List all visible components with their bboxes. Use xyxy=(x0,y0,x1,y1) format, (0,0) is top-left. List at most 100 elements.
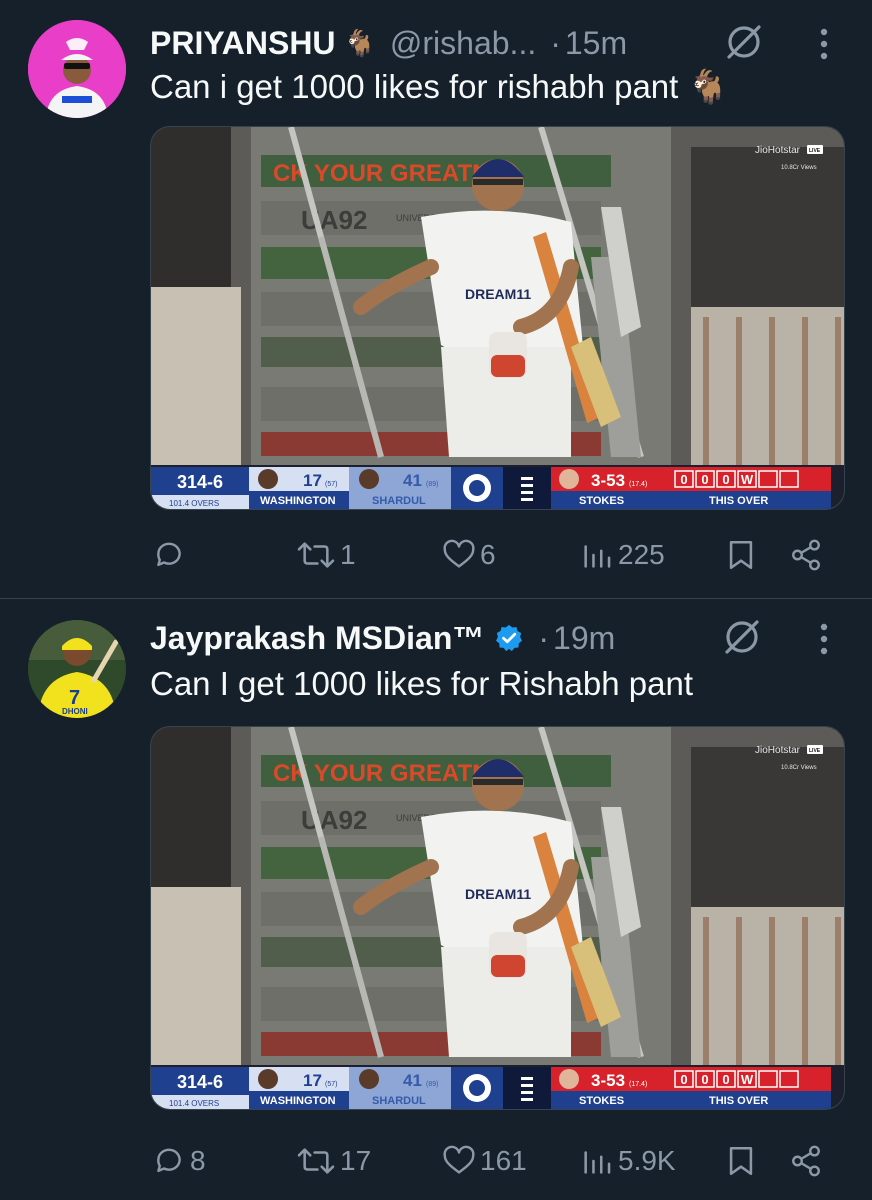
reply-button[interactable]: 8 xyxy=(152,1138,206,1184)
tweet-header: Jayprakash MSDian™ · 19m xyxy=(150,615,615,661)
team-score: 314-6 xyxy=(177,1072,223,1092)
bowler-figures: 3-53 xyxy=(591,1071,625,1090)
reply-count: 8 xyxy=(190,1145,206,1176)
display-name[interactable]: PRIYANSHU xyxy=(150,25,336,62)
bowler-figures: 3-53 xyxy=(591,471,625,490)
bookmark-button[interactable] xyxy=(724,532,758,578)
batter1-name: WASHINGTON xyxy=(260,495,336,507)
broadcaster-logo: JioHotstar xyxy=(755,745,801,756)
share-button[interactable] xyxy=(788,532,824,578)
view-count: 225 xyxy=(618,539,665,570)
batter2-name: SHARDUL xyxy=(372,495,426,507)
batter1-runs: 17 xyxy=(303,471,322,490)
bowler-name: STOKES xyxy=(579,495,624,507)
more-icon[interactable] xyxy=(812,24,836,64)
batter2-name: SHARDUL xyxy=(372,1095,426,1107)
retweet-count: 1 xyxy=(340,539,356,570)
timestamp[interactable]: 15m xyxy=(565,25,627,62)
reply-icon xyxy=(157,542,181,567)
tweet-text: Can i get 1000 likes for rishabh pant 🐐 xyxy=(150,68,729,105)
overs-count: 101.4 OVERS xyxy=(169,499,219,508)
separator: · xyxy=(538,619,550,656)
over-ball-value: W xyxy=(741,472,754,487)
team-score: 314-6 xyxy=(177,472,223,492)
tweet-media-image[interactable]: CK YOUR GREATNE UA92 UNIVERSITY ACADEMY … xyxy=(150,726,845,1110)
tweet-media-image[interactable]: CK YOUR GREATNE UA92 UNIVERSITY ACADEMY … xyxy=(150,126,845,510)
share-icon xyxy=(792,539,820,571)
batter1-runs: 17 xyxy=(303,1071,322,1090)
live-badge: LIVE xyxy=(809,748,821,754)
timestamp[interactable]: 19m xyxy=(553,620,615,657)
bowler-name: STOKES xyxy=(579,1095,624,1107)
batter2-balls: (89) xyxy=(426,1081,438,1088)
scoreboard: 314-6 101.4 OVERS 17 (57) WASHINGTON 41 … xyxy=(151,465,844,509)
tweet-text: Can I get 1000 likes for Rishabh pant xyxy=(150,665,694,702)
views-icon xyxy=(584,545,611,568)
tweet-actions: 1 6 225 xyxy=(150,532,830,578)
goat-emoji: 🐐 xyxy=(343,27,376,58)
like-button[interactable]: 6 xyxy=(442,532,496,578)
jersey-number: 7 xyxy=(69,687,80,709)
retweet-button[interactable]: 1 xyxy=(296,532,356,578)
batter2-runs: 41 xyxy=(403,471,422,490)
batter1-balls: (57) xyxy=(325,1081,337,1088)
live-badge: LIVE xyxy=(809,148,821,154)
grok-icon[interactable] xyxy=(724,22,764,62)
over-ball-value: 0 xyxy=(701,472,708,487)
share-icon xyxy=(792,1145,820,1177)
like-button[interactable]: 161 xyxy=(442,1138,527,1184)
over-ball-value: 0 xyxy=(701,1072,708,1087)
reply-icon xyxy=(157,1148,181,1173)
user-handle[interactable]: @rishab... xyxy=(390,25,536,62)
this-over-label: THIS OVER xyxy=(709,495,768,507)
broadcaster-logo: JioHotstar xyxy=(755,145,801,156)
bookmark-icon xyxy=(729,540,753,570)
display-name[interactable]: Jayprakash MSDian™ xyxy=(150,620,484,657)
like-count: 161 xyxy=(480,1145,527,1176)
tweet[interactable]: 7 DHONI Jayprakash MSDian™ · 19m Can I g… xyxy=(0,599,872,1200)
grok-icon[interactable] xyxy=(722,617,762,657)
batter2-balls: (89) xyxy=(426,481,438,488)
shirt-text: DREAM11 xyxy=(465,286,531,302)
bowler-overs: (17.4) xyxy=(629,1081,647,1088)
batter1-name: WASHINGTON xyxy=(260,1095,336,1107)
views-button[interactable]: 225 xyxy=(580,532,665,578)
retweet-icon xyxy=(297,1148,335,1174)
view-count-overlay: 10.8Cr Views xyxy=(781,165,817,171)
views-icon xyxy=(584,1151,611,1174)
over-ball-value: 0 xyxy=(680,472,687,487)
like-count: 6 xyxy=(480,539,496,570)
over-ball-value: W xyxy=(741,1072,754,1087)
overs-count: 101.4 OVERS xyxy=(169,1099,219,1108)
retweet-button[interactable]: 17 xyxy=(296,1138,371,1184)
views-button[interactable]: 5.9K xyxy=(580,1138,676,1184)
like-icon xyxy=(443,539,475,568)
over-ball-value: 0 xyxy=(722,1072,729,1087)
tweet-actions: 8 17 161 5.9K xyxy=(150,1138,830,1184)
retweet-count: 17 xyxy=(340,1145,372,1176)
like-icon xyxy=(443,1145,475,1174)
retweet-icon xyxy=(297,542,335,568)
this-over-label: THIS OVER xyxy=(709,1095,768,1107)
view-count-overlay: 10.8Cr Views xyxy=(781,765,817,771)
over-ball-value: 0 xyxy=(722,472,729,487)
share-button[interactable] xyxy=(788,1138,824,1184)
tweet[interactable]: PRIYANSHU 🐐 @rishab... · 15m Can i get 1… xyxy=(0,0,872,598)
more-icon[interactable] xyxy=(812,619,836,659)
scoreboard: 314-6 101.4 OVERS 17 (57) WASHINGTON 41 … xyxy=(151,1065,844,1109)
verified-badge-icon xyxy=(494,623,524,653)
shirt-text: DREAM11 xyxy=(465,886,531,902)
batter1-balls: (57) xyxy=(325,481,337,488)
jersey-name: DHONI xyxy=(62,707,88,716)
bookmark-button[interactable] xyxy=(724,1138,758,1184)
bowler-overs: (17.4) xyxy=(629,481,647,488)
avatar[interactable]: 7 DHONI xyxy=(28,620,126,718)
batter2-runs: 41 xyxy=(403,1071,422,1090)
over-ball-value: 0 xyxy=(680,1072,687,1087)
separator: · xyxy=(550,24,561,61)
reply-button[interactable] xyxy=(152,532,190,578)
tweet-header: PRIYANSHU 🐐 @rishab... · 15m xyxy=(150,20,627,66)
view-count: 5.9K xyxy=(618,1145,676,1176)
avatar[interactable] xyxy=(28,20,126,118)
bookmark-icon xyxy=(729,1146,753,1176)
